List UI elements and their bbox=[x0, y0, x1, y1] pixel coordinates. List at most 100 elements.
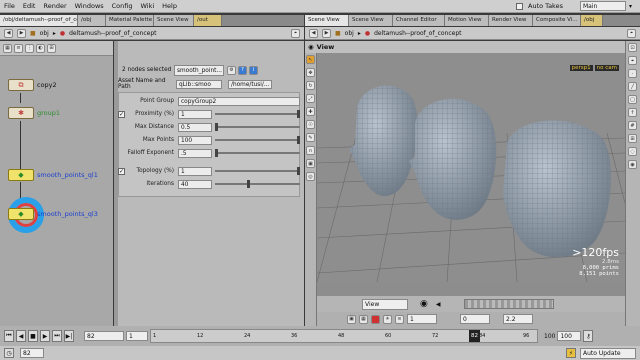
tab-network[interactable]: /obj/deltamush--proof_of_concept bbox=[0, 15, 78, 26]
magnet-tool-icon[interactable]: ∩ bbox=[306, 146, 315, 155]
back-arrow-icon[interactable]: ◀ bbox=[309, 28, 318, 38]
update-mode-icon[interactable]: ⚡ bbox=[566, 348, 576, 358]
pin-icon[interactable]: ⌖ bbox=[627, 28, 636, 38]
node-group1[interactable]: ✱ group1 bbox=[8, 107, 60, 119]
asset-path-field[interactable]: /home/tusi/... bbox=[228, 79, 272, 89]
menu-edit[interactable]: Edit bbox=[19, 2, 40, 10]
max-distance-field[interactable]: 0.5 bbox=[178, 122, 212, 132]
menu-file[interactable]: File bbox=[0, 2, 19, 10]
node-type-select[interactable]: smooth_point... bbox=[174, 64, 224, 76]
tab-out[interactable]: /out bbox=[194, 15, 222, 26]
snap-icon[interactable]: ⌖ bbox=[628, 56, 637, 65]
realtime-icon[interactable]: ◷ bbox=[4, 348, 14, 358]
topology-slider[interactable] bbox=[215, 167, 300, 175]
proximity-slider[interactable] bbox=[215, 110, 300, 118]
brush-tool-icon[interactable]: ✎ bbox=[306, 133, 315, 142]
point-icon[interactable]: · bbox=[628, 69, 637, 78]
slider-knob[interactable] bbox=[297, 110, 300, 118]
tab-scene-view-1[interactable]: Scene View bbox=[305, 15, 349, 26]
pose-tool-icon[interactable]: ☉ bbox=[306, 120, 315, 129]
end-frame-field[interactable]: 100 bbox=[557, 331, 582, 341]
falloff-field[interactable]: .5 bbox=[178, 148, 212, 158]
arrow-left-icon[interactable]: ◀ bbox=[436, 301, 441, 308]
play-icon[interactable]: ▶ bbox=[40, 330, 50, 342]
shading-icon[interactable]: ▣ bbox=[347, 314, 356, 324]
stop-icon[interactable]: ■ bbox=[28, 330, 38, 342]
color-icon[interactable]: ◐ bbox=[36, 43, 45, 53]
tab-obj[interactable]: /obj bbox=[78, 15, 106, 26]
slider-knob[interactable] bbox=[297, 136, 300, 144]
grid-icon[interactable]: ▦ bbox=[3, 43, 12, 53]
edge-icon[interactable]: ╱ bbox=[628, 82, 637, 91]
path-root[interactable]: obj bbox=[40, 30, 49, 37]
tree-icon[interactable]: ⋮ bbox=[25, 43, 34, 53]
auto-update-select[interactable]: Auto Update bbox=[580, 347, 636, 359]
no-cam-label[interactable]: no cam bbox=[594, 65, 619, 71]
node-smooth-points-ql3[interactable]: ◆ smooth_points_ql3 bbox=[8, 208, 98, 220]
step-forward-icon[interactable]: ▶| bbox=[64, 330, 74, 342]
slider-track[interactable] bbox=[464, 299, 555, 309]
menu-render[interactable]: Render bbox=[39, 2, 70, 10]
chevron-down-icon[interactable]: ▾ bbox=[629, 3, 632, 10]
menu-wiki[interactable]: Wiki bbox=[137, 2, 159, 10]
path-node[interactable]: deltamush--proof_of_concept bbox=[374, 30, 461, 37]
tab-composite-view[interactable]: Composite Vi... bbox=[533, 15, 581, 26]
tab-motion-view[interactable]: Motion View bbox=[445, 15, 489, 26]
max-points-slider[interactable] bbox=[215, 136, 300, 144]
camera-label[interactable]: persp1 bbox=[569, 65, 593, 71]
start-frame-field[interactable]: 1 bbox=[126, 331, 148, 341]
menu-windows[interactable]: Windows bbox=[71, 2, 108, 10]
jump-start-icon[interactable]: ⏮ bbox=[4, 330, 14, 342]
path-root[interactable]: obj bbox=[345, 30, 354, 37]
slider-knob[interactable] bbox=[215, 123, 218, 131]
rotate-tool-icon[interactable]: ↻ bbox=[306, 81, 315, 90]
iterations-slider[interactable] bbox=[215, 180, 300, 188]
topology-field[interactable]: 1 bbox=[178, 166, 212, 176]
light-icon[interactable]: ☀ bbox=[383, 314, 392, 324]
timeline-ruler[interactable]: 1 12 24 36 48 60 72 84 96 82 bbox=[150, 329, 538, 343]
uv-icon[interactable]: ⊞ bbox=[628, 134, 637, 143]
step-back-icon[interactable]: ◀ bbox=[16, 330, 26, 342]
iterations-field[interactable]: 40 bbox=[178, 179, 212, 189]
desktop-select[interactable]: Main bbox=[579, 1, 626, 11]
slider-knob[interactable] bbox=[215, 149, 218, 157]
tab-render-view[interactable]: Render View bbox=[489, 15, 533, 26]
forward-arrow-icon[interactable]: ▶ bbox=[17, 28, 26, 38]
normals-icon[interactable]: ↑ bbox=[628, 108, 637, 117]
max-distance-slider[interactable] bbox=[215, 123, 300, 131]
slider-knob[interactable] bbox=[297, 167, 300, 175]
help-icon[interactable]: ? bbox=[238, 65, 247, 75]
back-arrow-icon[interactable]: ◀ bbox=[4, 28, 13, 38]
list-icon[interactable]: ≡ bbox=[14, 43, 23, 53]
topology-checkbox[interactable]: ✓ bbox=[118, 167, 125, 175]
key-icon[interactable]: ⚷ bbox=[583, 330, 594, 342]
max-points-field[interactable]: 100 bbox=[178, 135, 212, 145]
ghost-icon[interactable]: ◌ bbox=[628, 147, 637, 156]
node-copy2[interactable]: ⧉ copy2 bbox=[8, 79, 57, 91]
face-icon[interactable]: ▢ bbox=[628, 95, 637, 104]
color-swatch-icon[interactable] bbox=[371, 314, 380, 324]
visibility-icon[interactable]: ◉ bbox=[628, 160, 637, 169]
camera-tool-icon[interactable]: ▣ bbox=[306, 159, 315, 168]
lock-icon[interactable]: ⊡ bbox=[628, 43, 637, 52]
camera-menu[interactable]: persp1 no cam bbox=[569, 65, 619, 71]
node-smooth-points-ql1[interactable]: ◆ smooth_points_ql1 bbox=[8, 169, 98, 181]
gear-icon[interactable]: ⚙ bbox=[227, 65, 236, 75]
tab-channel-editor[interactable]: Channel Editor bbox=[393, 15, 445, 26]
point-group-field[interactable]: copyGroup2 bbox=[178, 96, 300, 106]
display-field-c[interactable]: 2.2 bbox=[503, 314, 533, 324]
proximity-checkbox[interactable]: ✓ bbox=[118, 110, 125, 118]
path-node[interactable]: deltamush--proof_of_concept bbox=[69, 30, 156, 37]
falloff-slider[interactable] bbox=[215, 149, 300, 157]
slider-knob[interactable] bbox=[247, 180, 251, 188]
current-frame-field[interactable]: 82 bbox=[84, 331, 124, 341]
layout-icon[interactable]: ⊞ bbox=[47, 43, 56, 53]
wireframe-icon[interactable]: ▦ bbox=[359, 314, 368, 324]
scene-viewport[interactable]: ◉ View ↖ ✥ ↻ ⤢ ✚ ☉ ✎ ∩ ▣ ◎ persp1 no cam… bbox=[305, 41, 625, 326]
tab-scene-view[interactable]: Scene View bbox=[154, 15, 194, 26]
menu-help[interactable]: Help bbox=[158, 2, 181, 10]
numbers-icon[interactable]: # bbox=[628, 121, 637, 130]
tab-material-palette[interactable]: Material Palette bbox=[106, 15, 154, 26]
tab-scene-view-2[interactable]: Scene View bbox=[349, 15, 393, 26]
network-editor[interactable]: ▦ ≡ ⋮ ◐ ⊞ ⧉ copy2 ✱ group1 ◆ smooth_poin… bbox=[0, 41, 113, 326]
